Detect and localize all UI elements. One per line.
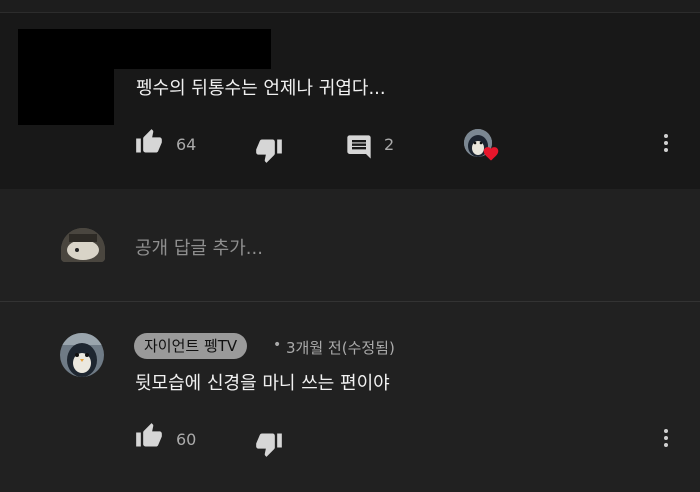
divider — [0, 301, 700, 302]
meta-separator: • — [273, 337, 282, 353]
creator-heart-icon — [483, 147, 499, 161]
top-bar — [0, 0, 700, 13]
user-avatar-image — [61, 228, 105, 262]
reply-count: 2 — [384, 135, 395, 154]
comment-text: 펭수의 뒤통수는 언제나 귀엽다... — [136, 78, 386, 99]
thumb-down-icon[interactable] — [254, 430, 284, 458]
penguin-avatar-icon — [60, 333, 104, 377]
comment-icon[interactable] — [345, 133, 373, 161]
thumb-up-icon[interactable] — [134, 128, 164, 156]
reply-author-avatar[interactable] — [60, 333, 104, 377]
reply-timestamp: 3개월 전(수정됨) — [286, 339, 395, 357]
reply-like-count: 60 — [176, 430, 197, 449]
redacted-avatar — [18, 69, 114, 125]
user-avatar — [61, 228, 105, 262]
redacted-author — [18, 29, 271, 69]
more-vert-icon[interactable] — [663, 429, 669, 450]
reply-author-name[interactable]: 자이언트 펭TV — [134, 333, 248, 359]
thumb-down-icon[interactable] — [254, 136, 284, 164]
reply-text: 뒷모습에 신경을 마니 쓰는 편이야 — [135, 373, 390, 394]
more-vert-icon[interactable] — [663, 134, 669, 155]
reply-input[interactable]: 공개 답글 추가... — [135, 234, 263, 260]
like-count: 64 — [176, 135, 197, 154]
thumb-up-icon[interactable] — [134, 422, 164, 450]
